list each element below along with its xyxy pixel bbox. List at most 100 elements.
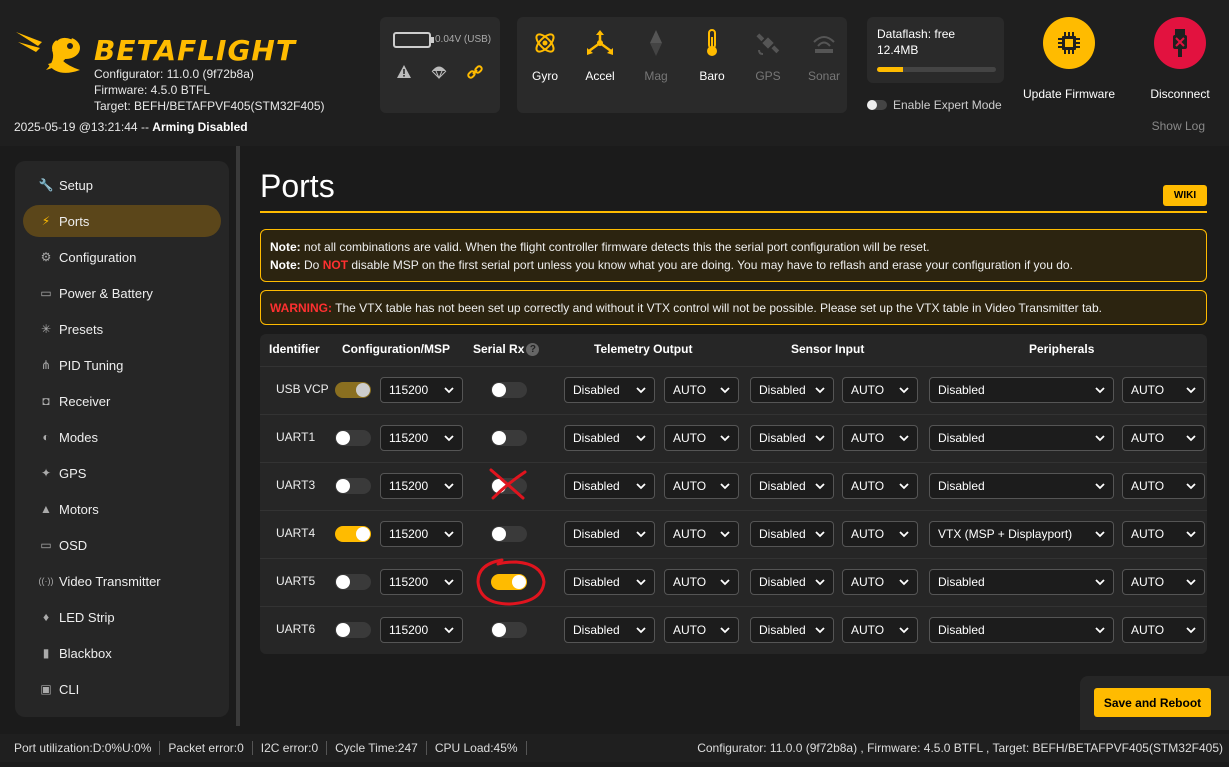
peripheral-select[interactable]: Disabled [929,377,1114,403]
sensor-gyro: Gyro [517,27,573,83]
msp-baud-select[interactable]: 115200 [380,473,463,499]
sidebar-item-label: Configuration [59,249,137,265]
select-value: AUTO [1131,575,1165,589]
serial-rx-toggle[interactable] [491,382,527,398]
telemetry-baud-select[interactable]: AUTO [664,473,739,499]
telemetry-baud-select[interactable]: AUTO [664,569,739,595]
msp-toggle[interactable] [335,382,371,398]
chevron-down-icon [899,387,909,394]
sidebar-item-setup[interactable]: 🔧 Setup [23,169,221,201]
antenna-icon: ((·)) [38,576,54,586]
sensor-baud-select[interactable]: AUTO [842,521,918,547]
battery-icon: ▭ [40,286,52,300]
msp-toggle[interactable] [335,430,371,446]
sidebar-item-presets[interactable]: ✳ Presets [23,313,221,345]
sensor-select[interactable]: Disabled [750,377,834,403]
select-value: AUTO [851,479,885,493]
motor-icon: ▲ [40,502,52,516]
msp-baud-select[interactable]: 115200 [380,377,463,403]
save-and-reboot-button[interactable]: Save and Reboot [1094,688,1211,717]
telemetry-select[interactable]: Disabled [564,521,655,547]
msp-baud-select[interactable]: 115200 [380,425,463,451]
peripheral-baud-select[interactable]: AUTO [1122,617,1205,643]
peripheral-select[interactable]: Disabled [929,425,1114,451]
sensor-baud-select[interactable]: AUTO [842,473,918,499]
sidebar-item-receiver[interactable]: ◘ Receiver [23,385,221,417]
sidebar-item-cli[interactable]: ▣ CLI [23,673,221,705]
telemetry-select[interactable]: Disabled [564,425,655,451]
chevron-down-icon [815,531,825,538]
peripheral-select[interactable]: Disabled [929,473,1114,499]
expert-mode-toggle[interactable]: Enable Expert Mode [867,98,1002,112]
serial-rx-toggle[interactable] [491,430,527,446]
peripheral-baud-select[interactable]: AUTO [1122,569,1205,595]
sliders-icon: ⋔ [40,358,52,372]
sensor-baud-select[interactable]: AUTO [842,425,918,451]
peripheral-baud-select[interactable]: AUTO [1122,521,1205,547]
sensor-baud-select[interactable]: AUTO [842,569,918,595]
sensor-mag: Mag [628,27,684,83]
telemetry-select[interactable]: Disabled [564,377,655,403]
chevron-down-icon [444,483,454,490]
osd-icon: ▭ [40,538,52,552]
select-value: AUTO [673,479,707,493]
chevron-down-icon [636,435,646,442]
peripheral-baud-select[interactable]: AUTO [1122,425,1205,451]
help-icon[interactable]: ? [526,343,540,357]
peripheral-select[interactable]: VTX (MSP + Displayport) [929,521,1114,547]
sensor-baud-select[interactable]: AUTO [842,617,918,643]
chevron-down-icon [444,387,454,394]
update-firmware-button[interactable]: Update Firmware [1016,17,1122,101]
msp-baud-select[interactable]: 115200 [380,569,463,595]
sidebar-item-pid-tuning[interactable]: ⋔ PID Tuning [23,349,221,381]
expert-mode-switch[interactable] [867,100,887,110]
sensor-baro: Baro [684,27,740,83]
sensor-select[interactable]: Disabled [750,521,834,547]
telemetry-baud-select[interactable]: AUTO [664,521,739,547]
sidebar-item-modes[interactable]: ◐ Modes [23,421,221,453]
peripheral-baud-select[interactable]: AUTO [1122,473,1205,499]
show-log-link[interactable]: Show Log [1152,119,1205,133]
msp-baud-select[interactable]: 115200 [380,521,463,547]
sidebar-item-label: Modes [59,429,99,445]
telemetry-baud-select[interactable]: AUTO [664,617,739,643]
sidebar-item-gps[interactable]: ✦ GPS [23,457,221,489]
sensor-select[interactable]: Disabled [750,617,834,643]
telemetry-baud-select[interactable]: AUTO [664,377,739,403]
select-value: Disabled [573,479,620,493]
msp-toggle[interactable] [335,574,371,590]
sidebar-item-osd[interactable]: ▭ OSD [23,529,221,561]
select-value: 115200 [389,383,429,397]
serial-rx-toggle[interactable] [491,622,527,638]
wiki-button[interactable]: WIKI [1163,185,1207,206]
sidebar-item-power-battery[interactable]: ▭ Power & Battery [23,277,221,309]
sensor-select[interactable]: Disabled [750,425,834,451]
msp-toggle[interactable] [335,478,371,494]
select-value: AUTO [851,623,885,637]
sidebar-item-motors[interactable]: ▲ Motors [23,493,221,525]
sidebar-item-led-strip[interactable]: ♦ LED Strip [23,601,221,633]
sensor-select[interactable]: Disabled [750,473,834,499]
msp-baud-select[interactable]: 115200 [380,617,463,643]
msp-toggle[interactable] [335,526,371,542]
sidebar-item-blackbox[interactable]: ▮ Blackbox [23,637,221,669]
peripheral-select[interactable]: Disabled [929,569,1114,595]
disconnect-button[interactable]: Disconnect [1140,17,1220,101]
sensor-select[interactable]: Disabled [750,569,834,595]
status-date: 2025-05-19 @13:21:44 -- [14,120,153,134]
telemetry-select[interactable]: Disabled [564,473,655,499]
serial-rx-toggle[interactable] [491,526,527,542]
peripheral-baud-select[interactable]: AUTO [1122,377,1205,403]
msp-toggle[interactable] [335,622,371,638]
peripheral-select[interactable]: Disabled [929,617,1114,643]
telemetry-select[interactable]: Disabled [564,569,655,595]
sidebar-item-ports[interactable]: ⚡ Ports [23,205,221,237]
sensor-baud-select[interactable]: AUTO [842,377,918,403]
sensor-label: Mag [644,69,668,83]
telemetry-select[interactable]: Disabled [564,617,655,643]
sidebar-item-video-transmitter[interactable]: ((·)) Video Transmitter [23,565,221,597]
telemetry-baud-select[interactable]: AUTO [664,425,739,451]
sidebar-item-configuration[interactable]: ⚙ Configuration [23,241,221,273]
sonar-icon [813,36,835,53]
sidebar-item-label: Motors [59,501,99,517]
